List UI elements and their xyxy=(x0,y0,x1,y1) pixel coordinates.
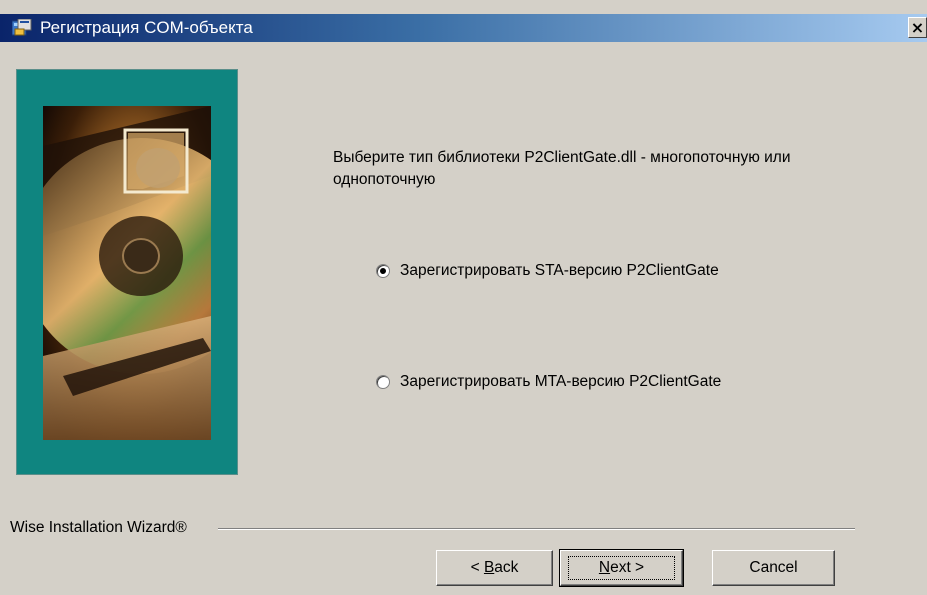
option-sta-label[interactable]: Зарегистрировать STA-версию P2ClientGate xyxy=(400,262,719,280)
cd-disc-graphic xyxy=(43,106,211,440)
back-button[interactable]: < Back xyxy=(436,550,553,586)
option-sta[interactable]: Зарегистрировать STA-версию P2ClientGate xyxy=(376,262,719,280)
next-button-label: Next > xyxy=(567,556,676,580)
cancel-button[interactable]: Cancel xyxy=(712,550,835,586)
option-mta[interactable]: Зарегистрировать MTA-версию P2ClientGate xyxy=(376,373,721,391)
close-button[interactable]: × xyxy=(908,17,927,38)
radio-sta[interactable] xyxy=(376,264,390,278)
instruction-text: Выберите тип библиотеки P2ClientGate.dll… xyxy=(333,149,791,188)
option-mta-label[interactable]: Зарегистрировать MTA-версию P2ClientGate xyxy=(400,373,721,391)
cancel-button-label: Cancel xyxy=(749,559,798,576)
footer-divider xyxy=(218,528,855,530)
close-icon: × xyxy=(910,18,925,37)
installer-dialog: Регистрация COM-объекта × Выберите тип б… xyxy=(0,0,927,595)
next-button[interactable]: Next > xyxy=(559,549,684,587)
title-bar[interactable]: Регистрация COM-объекта × xyxy=(0,14,927,42)
back-button-label: < Back xyxy=(470,559,519,576)
window-title: Регистрация COM-объекта xyxy=(40,18,253,37)
brand-label: Wise Installation Wizard® xyxy=(10,519,187,536)
radio-mta[interactable] xyxy=(376,375,390,389)
wizard-banner xyxy=(16,69,238,475)
installer-app-icon xyxy=(12,19,32,36)
radio-selected-dot xyxy=(380,268,386,274)
